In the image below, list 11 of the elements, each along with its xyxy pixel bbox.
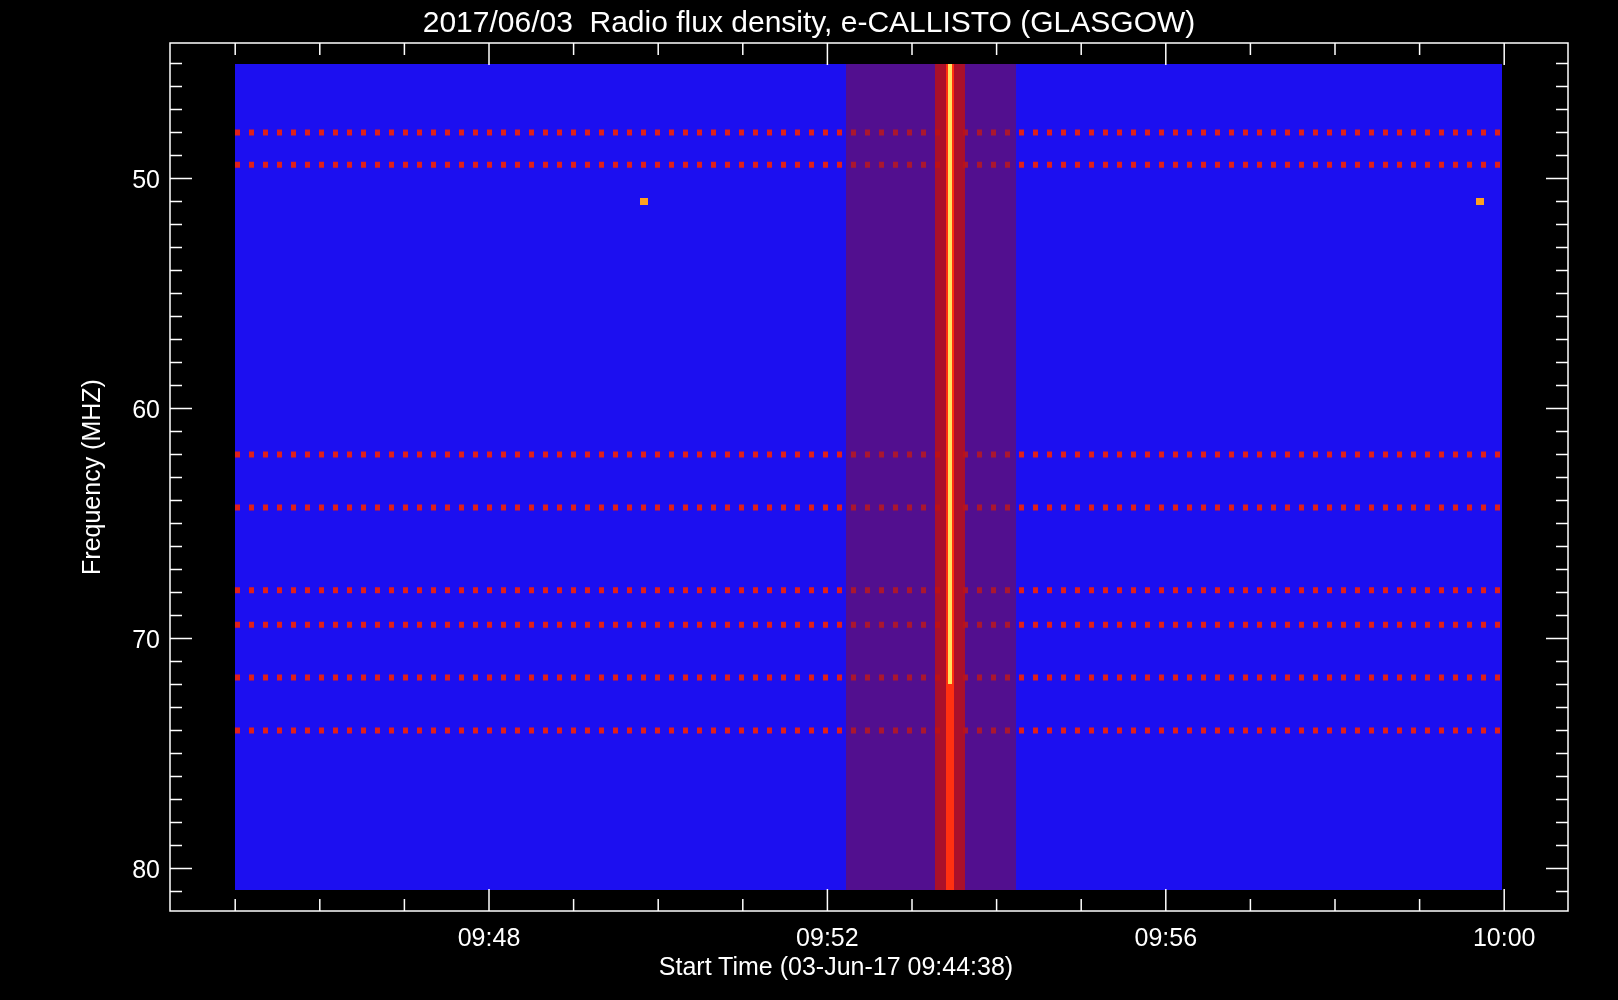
x-tick-label: 09:48 bbox=[457, 923, 521, 951]
x-axis-label: Start Time (03-Jun-17 09:44:38) bbox=[658, 952, 1014, 980]
y-tick-label: 60 bbox=[132, 394, 160, 423]
y-tick-label: 50 bbox=[132, 164, 160, 193]
y-axis-label: Frequency (MHZ) bbox=[77, 379, 105, 575]
plot-title: 2017/06/03 Radio flux density, e-CALLISTO (GLASGOW) bbox=[422, 5, 1196, 38]
y-tick-label: 70 bbox=[132, 624, 160, 653]
x-tick-label: 09:52 bbox=[796, 923, 859, 951]
x-tick-label: 09:56 bbox=[1134, 923, 1198, 951]
x-tick-label: 10:00 bbox=[1472, 923, 1536, 951]
y-tick-label: 80 bbox=[132, 854, 160, 883]
